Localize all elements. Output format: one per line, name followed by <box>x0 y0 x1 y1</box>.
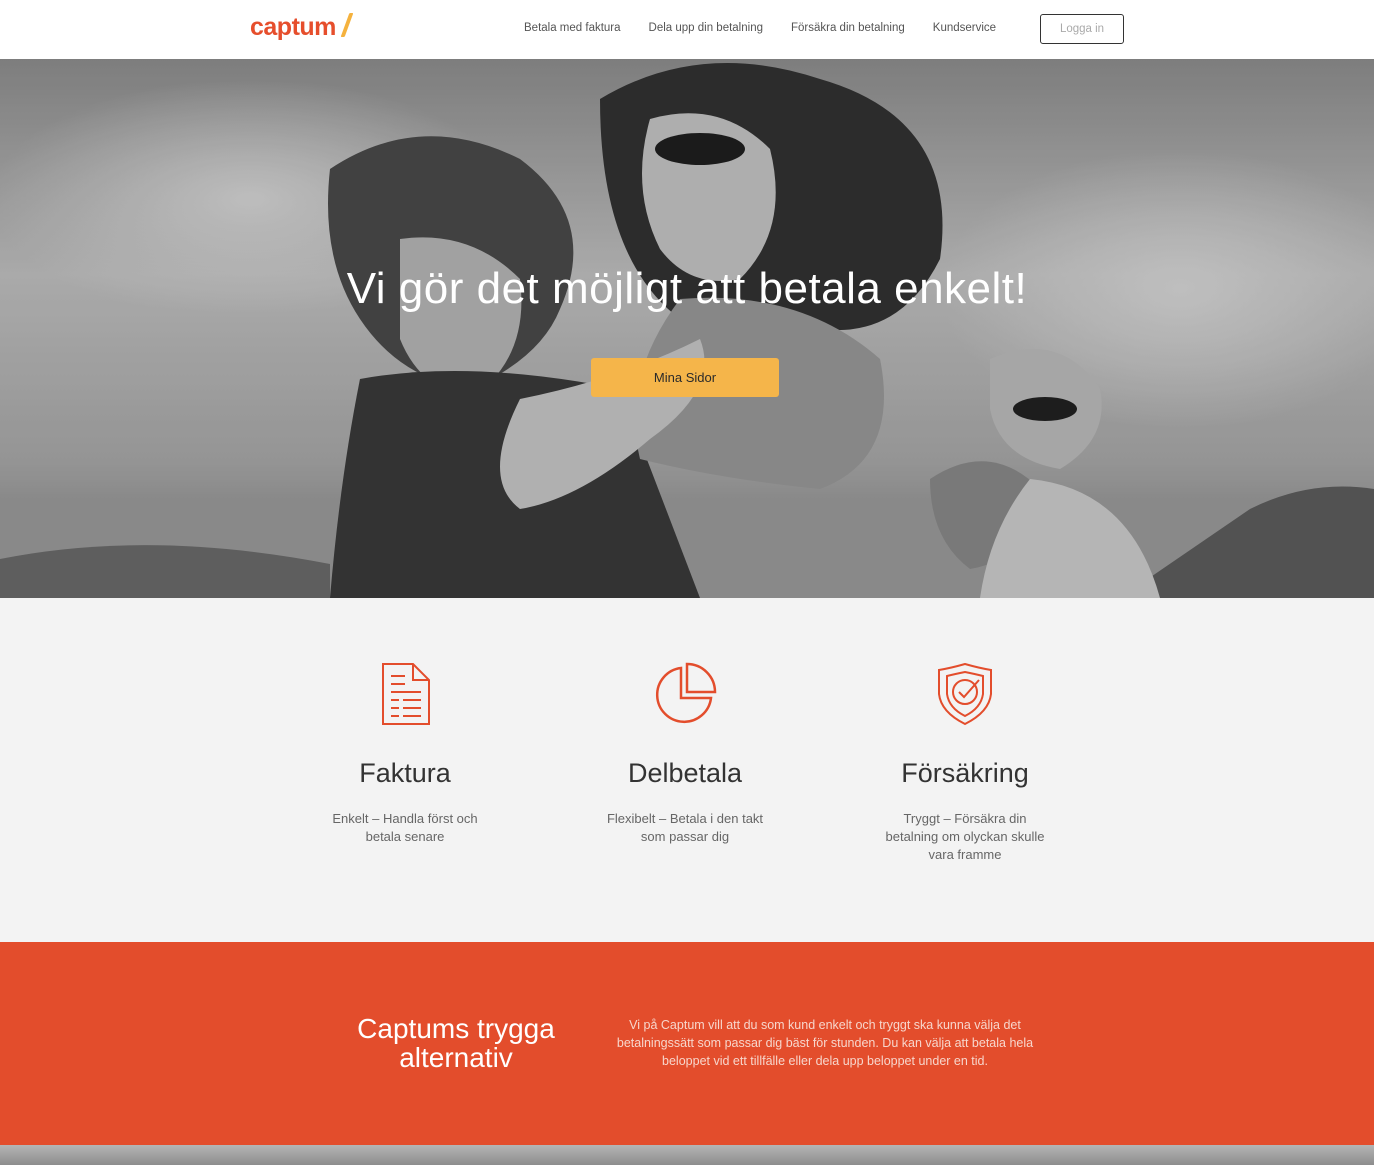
bottom-photo-strip <box>0 1145 1374 1165</box>
features-section: Faktura Enkelt – Handla först och betala… <box>0 598 1374 942</box>
feature-text: Enkelt – Handla först och betala senare <box>332 811 478 844</box>
login-button[interactable]: Logga in <box>1040 14 1124 44</box>
nav-kundservice[interactable]: Kundservice <box>933 20 996 36</box>
feature-text: Flexibelt – Betala i den takt som passar… <box>606 811 764 844</box>
feature-title: Försäkring <box>901 758 1029 788</box>
feature-text: Tryggt – Försäkra din betalning om olyck… <box>885 811 1045 862</box>
safe-section-text: Vi på Captum vill att du som kund enkelt… <box>616 1018 1034 1068</box>
feature-title: Faktura <box>359 758 451 788</box>
hero-photo <box>0 59 1374 598</box>
hero-title: Vi gör det möjligt att betala enkelt! <box>346 264 1028 313</box>
captum-logo[interactable]: captum <box>250 12 354 42</box>
logo-slash-mark <box>340 13 354 37</box>
nav-dela-upp-din-betalning[interactable]: Dela upp din betalning <box>649 20 763 36</box>
feature-title: Delbetala <box>627 758 743 788</box>
safe-section-title: Captums trygga alternativ <box>357 1013 555 1073</box>
site-header: captum Betala med faktura Dela upp din b… <box>0 0 1374 59</box>
main-nav: Betala med faktura Dela upp din betalnin… <box>524 20 1024 36</box>
pie-chart-icon <box>655 662 717 724</box>
safe-alternatives-section: Captums trygga alternativ Vi på Captum v… <box>0 942 1374 1145</box>
logo-text: captum <box>250 13 336 41</box>
nav-betala-med-faktura[interactable]: Betala med faktura <box>524 20 621 36</box>
shield-check-icon <box>938 662 992 726</box>
hero-section: Vi gör det möjligt att betala enkelt! Mi… <box>0 59 1374 598</box>
mina-sidor-button[interactable]: Mina Sidor <box>591 358 779 397</box>
invoice-document-icon <box>382 663 430 725</box>
nav-forsakra-din-betalning[interactable]: Försäkra din betalning <box>791 20 905 36</box>
